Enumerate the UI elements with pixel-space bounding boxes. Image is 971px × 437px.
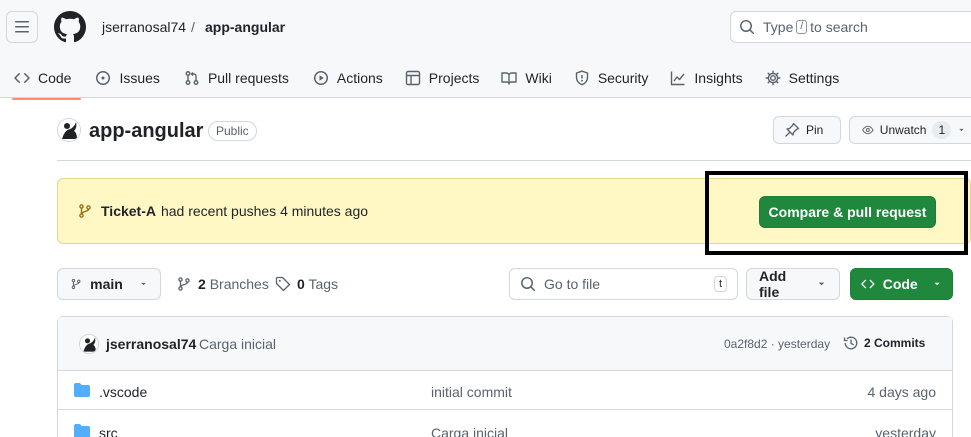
- branch-icon: [71, 278, 81, 290]
- tab-issues[interactable]: Issues: [87, 61, 167, 95]
- gear-icon: [765, 70, 781, 86]
- code-button-label: Code: [882, 276, 918, 292]
- code-button[interactable]: Code: [850, 268, 953, 300]
- tab-code[interactable]: Code: [6, 61, 82, 100]
- folder-icon: [74, 383, 90, 397]
- compare-pull-request-button[interactable]: Compare & pull request: [759, 196, 936, 228]
- recent-push-message: had recent pushes 4 minutes ago: [160, 203, 369, 219]
- add-file-label: Add file: [759, 268, 787, 300]
- tab-insights[interactable]: Insights: [662, 61, 750, 95]
- pin-icon: [785, 122, 800, 137]
- tab-insights-label: Insights: [694, 70, 743, 86]
- commits-link[interactable]: 2 Commits: [843, 335, 925, 351]
- tab-pull-requests-label: Pull requests: [207, 70, 289, 86]
- eye-icon: [862, 125, 874, 135]
- breadcrumb-repo[interactable]: app-angular: [205, 18, 285, 36]
- search-icon: [521, 277, 536, 292]
- tag-icon: [275, 276, 291, 292]
- pin-label: Pin: [806, 123, 824, 137]
- search-icon: [740, 20, 755, 35]
- chevron-down-icon: [818, 282, 825, 286]
- current-branch: main: [90, 276, 123, 292]
- tab-issues-label: Issues: [119, 70, 160, 86]
- file-age: 4 days ago: [867, 384, 937, 400]
- play-icon: [313, 71, 328, 85]
- graph-icon: [671, 71, 685, 86]
- history-icon: [843, 336, 858, 350]
- commits-count: 2 Commits: [864, 336, 926, 350]
- branch-icon: [79, 204, 91, 218]
- breadcrumb-owner[interactable]: jserranosal74: [102, 18, 186, 36]
- tab-settings[interactable]: Settings: [757, 61, 848, 95]
- breadcrumb-separator: /: [191, 19, 195, 35]
- branch-selector[interactable]: main: [57, 268, 161, 300]
- github-logo-icon[interactable]: [54, 11, 86, 43]
- tab-security-label: Security: [597, 70, 649, 86]
- owner-avatar[interactable]: [57, 118, 81, 142]
- tags-count: 0: [297, 276, 305, 292]
- menu-button[interactable]: [6, 11, 38, 43]
- chevron-down-icon: [959, 128, 964, 132]
- book-icon: [501, 72, 518, 85]
- chevron-down-icon: [934, 282, 940, 286]
- folder-icon: [74, 424, 90, 437]
- issue-icon: [96, 71, 111, 85]
- tab-code-label: Code: [38, 70, 72, 86]
- commit-message[interactable]: Carga inicial: [199, 336, 276, 352]
- file-commit-message[interactable]: Carga inicial: [431, 425, 508, 437]
- visibility-badge: Public: [208, 121, 257, 141]
- tags-link[interactable]: 0 Tags: [275, 276, 338, 292]
- code-icon: [861, 279, 875, 289]
- unwatch-button[interactable]: Unwatch 1: [849, 116, 971, 144]
- repo-tabs: Code Issues Pull requests Actions Projec…: [0, 58, 848, 100]
- divider: [57, 160, 971, 161]
- branch-icon: [178, 277, 190, 291]
- file-age: yesterday: [875, 425, 936, 437]
- hamburger-icon: [15, 21, 29, 33]
- commit-author-avatar[interactable]: [79, 334, 99, 354]
- commit-hash-time[interactable]: 0a2f8d2 · yesterday: [724, 337, 830, 351]
- file-commit-message[interactable]: initial commit: [431, 384, 512, 400]
- search-shortcut-key: /: [796, 20, 808, 34]
- watch-count: 1: [932, 121, 952, 139]
- global-search[interactable]: Type / to search: [730, 11, 971, 43]
- file-name[interactable]: .vscode: [99, 384, 147, 400]
- tab-actions-label: Actions: [336, 70, 383, 86]
- recent-push-text: Ticket-A had recent pushes 4 minutes ago: [77, 203, 368, 219]
- tab-wiki-label: Wiki: [525, 70, 552, 86]
- pull-request-icon: [185, 71, 199, 85]
- pin-button[interactable]: Pin: [773, 116, 841, 144]
- go-to-file-placeholder: Go to file: [544, 276, 601, 292]
- branches-label: Branches: [209, 276, 269, 292]
- pushed-branch-name[interactable]: Ticket-A: [101, 203, 156, 219]
- tab-settings-label: Settings: [788, 70, 840, 86]
- tags-label: Tags: [308, 276, 339, 292]
- go-to-file-shortcut: t: [713, 276, 727, 292]
- search-prefix: Type: [763, 19, 794, 35]
- file-name[interactable]: src: [99, 425, 118, 437]
- tab-pull-requests[interactable]: Pull requests: [176, 61, 297, 95]
- commit-author[interactable]: jserranosal74: [106, 336, 196, 352]
- add-file-button[interactable]: Add file: [746, 268, 840, 300]
- tab-security[interactable]: Security: [566, 61, 657, 95]
- shield-icon: [575, 70, 589, 86]
- search-suffix: to search: [810, 19, 868, 35]
- table-icon: [405, 70, 420, 86]
- tab-projects[interactable]: Projects: [397, 61, 488, 95]
- code-icon: [14, 72, 30, 84]
- chevron-down-icon: [141, 282, 146, 286]
- tab-wiki[interactable]: Wiki: [493, 61, 559, 95]
- branches-count: 2: [198, 276, 206, 292]
- branches-link[interactable]: 2 Branches: [176, 276, 269, 292]
- go-to-file-input[interactable]: Go to file t: [509, 268, 738, 300]
- tab-projects-label: Projects: [428, 70, 480, 86]
- repo-name[interactable]: app-angular: [89, 118, 203, 144]
- tab-actions[interactable]: Actions: [305, 61, 391, 95]
- unwatch-label: Unwatch: [879, 123, 927, 137]
